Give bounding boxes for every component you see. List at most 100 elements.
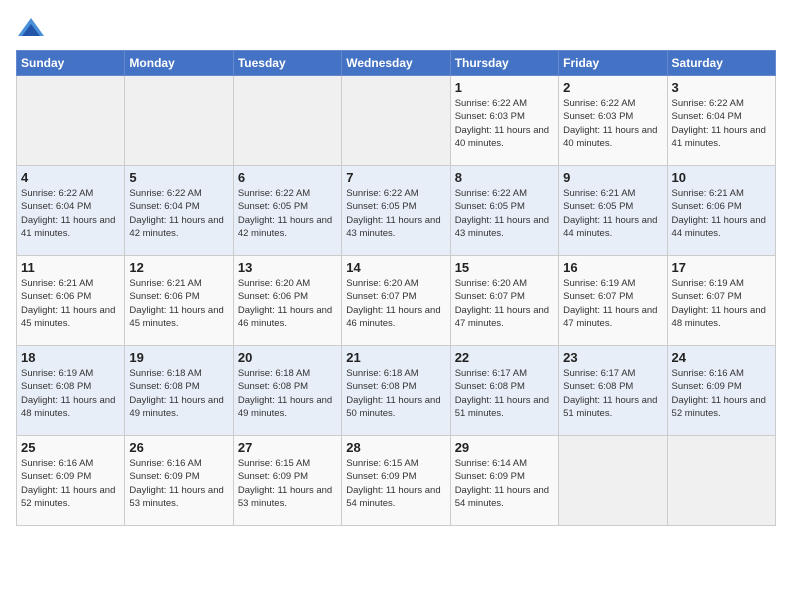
day-of-week-header: Monday	[125, 51, 233, 76]
cell-info: Sunrise: 6:22 AM Sunset: 6:03 PM Dayligh…	[563, 97, 662, 150]
day-number: 19	[129, 350, 228, 365]
calendar-cell: 2 Sunrise: 6:22 AM Sunset: 6:03 PM Daylig…	[559, 76, 667, 166]
day-number: 17	[672, 260, 771, 275]
calendar-cell: 18 Sunrise: 6:19 AM Sunset: 6:08 PM Dayli…	[17, 346, 125, 436]
calendar-cell: 24 Sunrise: 6:16 AM Sunset: 6:09 PM Dayli…	[667, 346, 775, 436]
calendar-cell: 17 Sunrise: 6:19 AM Sunset: 6:07 PM Dayli…	[667, 256, 775, 346]
cell-info: Sunrise: 6:22 AM Sunset: 6:05 PM Dayligh…	[238, 187, 337, 240]
cell-info: Sunrise: 6:17 AM Sunset: 6:08 PM Dayligh…	[455, 367, 554, 420]
cell-info: Sunrise: 6:18 AM Sunset: 6:08 PM Dayligh…	[238, 367, 337, 420]
day-number: 16	[563, 260, 662, 275]
calendar-cell	[667, 436, 775, 526]
day-number: 13	[238, 260, 337, 275]
cell-info: Sunrise: 6:22 AM Sunset: 6:03 PM Dayligh…	[455, 97, 554, 150]
calendar-cell: 27 Sunrise: 6:15 AM Sunset: 6:09 PM Dayli…	[233, 436, 341, 526]
cell-info: Sunrise: 6:18 AM Sunset: 6:08 PM Dayligh…	[346, 367, 445, 420]
calendar-cell: 10 Sunrise: 6:21 AM Sunset: 6:06 PM Dayli…	[667, 166, 775, 256]
cell-info: Sunrise: 6:21 AM Sunset: 6:05 PM Dayligh…	[563, 187, 662, 240]
calendar-cell: 19 Sunrise: 6:18 AM Sunset: 6:08 PM Dayli…	[125, 346, 233, 436]
logo-icon	[16, 16, 46, 40]
day-number: 12	[129, 260, 228, 275]
day-number: 4	[21, 170, 120, 185]
day-number: 1	[455, 80, 554, 95]
day-of-week-header: Sunday	[17, 51, 125, 76]
cell-info: Sunrise: 6:21 AM Sunset: 6:06 PM Dayligh…	[21, 277, 120, 330]
day-number: 9	[563, 170, 662, 185]
cell-info: Sunrise: 6:22 AM Sunset: 6:05 PM Dayligh…	[346, 187, 445, 240]
day-number: 22	[455, 350, 554, 365]
day-number: 29	[455, 440, 554, 455]
calendar-cell	[125, 76, 233, 166]
cell-info: Sunrise: 6:15 AM Sunset: 6:09 PM Dayligh…	[238, 457, 337, 510]
calendar-cell: 12 Sunrise: 6:21 AM Sunset: 6:06 PM Dayli…	[125, 256, 233, 346]
cell-info: Sunrise: 6:18 AM Sunset: 6:08 PM Dayligh…	[129, 367, 228, 420]
cell-info: Sunrise: 6:21 AM Sunset: 6:06 PM Dayligh…	[672, 187, 771, 240]
calendar-cell: 1 Sunrise: 6:22 AM Sunset: 6:03 PM Daylig…	[450, 76, 558, 166]
cell-info: Sunrise: 6:21 AM Sunset: 6:06 PM Dayligh…	[129, 277, 228, 330]
calendar-cell: 23Sunrise: 6:17 AM Sunset: 6:08 PM Dayli…	[559, 346, 667, 436]
logo	[16, 16, 50, 40]
cell-info: Sunrise: 6:14 AM Sunset: 6:09 PM Dayligh…	[455, 457, 554, 510]
day-of-week-header: Thursday	[450, 51, 558, 76]
calendar-cell: 9 Sunrise: 6:21 AM Sunset: 6:05 PM Daylig…	[559, 166, 667, 256]
calendar-cell: 26 Sunrise: 6:16 AM Sunset: 6:09 PM Dayli…	[125, 436, 233, 526]
day-of-week-header: Friday	[559, 51, 667, 76]
calendar-cell: 8 Sunrise: 6:22 AM Sunset: 6:05 PM Daylig…	[450, 166, 558, 256]
cell-info: Sunrise: 6:20 AM Sunset: 6:06 PM Dayligh…	[238, 277, 337, 330]
day-number: 2	[563, 80, 662, 95]
day-number: 15	[455, 260, 554, 275]
calendar-cell: 25 Sunrise: 6:16 AM Sunset: 6:09 PM Dayli…	[17, 436, 125, 526]
day-number: 11	[21, 260, 120, 275]
day-number: 25	[21, 440, 120, 455]
cell-info: Sunrise: 6:19 AM Sunset: 6:07 PM Dayligh…	[563, 277, 662, 330]
day-of-week-header: Wednesday	[342, 51, 450, 76]
calendar-cell: 6Sunrise: 6:22 AM Sunset: 6:05 PM Daylig…	[233, 166, 341, 256]
day-number: 14	[346, 260, 445, 275]
day-number: 26	[129, 440, 228, 455]
calendar-cell: 15 Sunrise: 6:20 AM Sunset: 6:07 PM Dayli…	[450, 256, 558, 346]
cell-info: Sunrise: 6:16 AM Sunset: 6:09 PM Dayligh…	[672, 367, 771, 420]
day-number: 10	[672, 170, 771, 185]
calendar-cell: 21 Sunrise: 6:18 AM Sunset: 6:08 PM Dayli…	[342, 346, 450, 436]
cell-info: Sunrise: 6:20 AM Sunset: 6:07 PM Dayligh…	[455, 277, 554, 330]
cell-info: Sunrise: 6:22 AM Sunset: 6:04 PM Dayligh…	[672, 97, 771, 150]
cell-info: Sunrise: 6:16 AM Sunset: 6:09 PM Dayligh…	[21, 457, 120, 510]
calendar-cell	[17, 76, 125, 166]
day-number: 8	[455, 170, 554, 185]
day-number: 7	[346, 170, 445, 185]
day-number: 21	[346, 350, 445, 365]
calendar-cell: 13 Sunrise: 6:20 AM Sunset: 6:06 PM Dayli…	[233, 256, 341, 346]
day-number: 3	[672, 80, 771, 95]
cell-info: Sunrise: 6:15 AM Sunset: 6:09 PM Dayligh…	[346, 457, 445, 510]
calendar-cell: 14 Sunrise: 6:20 AM Sunset: 6:07 PM Dayli…	[342, 256, 450, 346]
cell-info: Sunrise: 6:19 AM Sunset: 6:07 PM Dayligh…	[672, 277, 771, 330]
calendar-cell: 28 Sunrise: 6:15 AM Sunset: 6:09 PM Dayli…	[342, 436, 450, 526]
cell-info: Sunrise: 6:22 AM Sunset: 6:04 PM Dayligh…	[21, 187, 120, 240]
cell-info: Sunrise: 6:20 AM Sunset: 6:07 PM Dayligh…	[346, 277, 445, 330]
day-number: 23	[563, 350, 662, 365]
cell-info: Sunrise: 6:22 AM Sunset: 6:05 PM Dayligh…	[455, 187, 554, 240]
calendar-cell	[342, 76, 450, 166]
calendar-cell: 3 Sunrise: 6:22 AM Sunset: 6:04 PM Daylig…	[667, 76, 775, 166]
day-number: 20	[238, 350, 337, 365]
cell-info: Sunrise: 6:22 AM Sunset: 6:04 PM Dayligh…	[129, 187, 228, 240]
day-of-week-header: Saturday	[667, 51, 775, 76]
day-number: 24	[672, 350, 771, 365]
day-of-week-header: Tuesday	[233, 51, 341, 76]
calendar-cell: 29 Sunrise: 6:14 AM Sunset: 6:09 PM Dayli…	[450, 436, 558, 526]
day-number: 28	[346, 440, 445, 455]
calendar-cell: 22 Sunrise: 6:17 AM Sunset: 6:08 PM Dayli…	[450, 346, 558, 436]
calendar-cell: 20 Sunrise: 6:18 AM Sunset: 6:08 PM Dayli…	[233, 346, 341, 436]
day-number: 27	[238, 440, 337, 455]
calendar-table: SundayMondayTuesdayWednesdayThursdayFrid…	[16, 50, 776, 526]
calendar-cell: 11 Sunrise: 6:21 AM Sunset: 6:06 PM Dayli…	[17, 256, 125, 346]
calendar-cell	[233, 76, 341, 166]
day-number: 18	[21, 350, 120, 365]
calendar-cell: 4 Sunrise: 6:22 AM Sunset: 6:04 PM Daylig…	[17, 166, 125, 256]
day-number: 5	[129, 170, 228, 185]
calendar-cell: 16 Sunrise: 6:19 AM Sunset: 6:07 PM Dayli…	[559, 256, 667, 346]
calendar-cell	[559, 436, 667, 526]
cell-info: Sunrise: 6:19 AM Sunset: 6:08 PM Dayligh…	[21, 367, 120, 420]
page-header	[16, 16, 776, 40]
cell-info: Sunrise: 6:16 AM Sunset: 6:09 PM Dayligh…	[129, 457, 228, 510]
